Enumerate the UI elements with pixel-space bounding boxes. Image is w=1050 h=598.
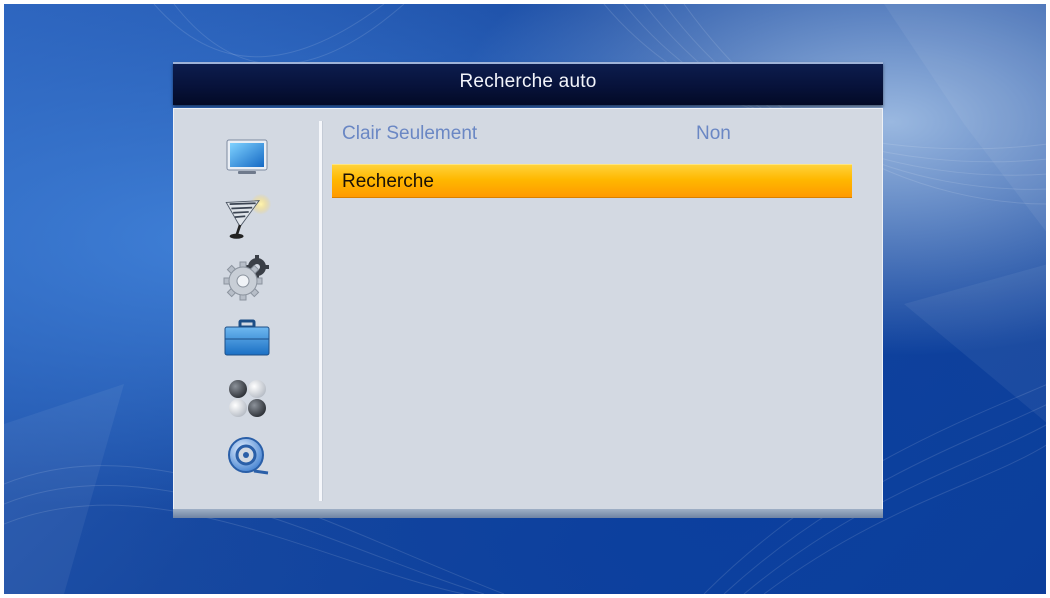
dots-icon[interactable]	[221, 375, 273, 421]
menu-panel: Clair Seulement Non Recherche	[173, 108, 883, 518]
auto-search-window: Recherche auto Clair Seulement Non Reche…	[173, 62, 883, 518]
tv-icon[interactable]	[221, 135, 273, 181]
menu-item-label: Recherche	[342, 171, 434, 192]
sidebar-divider	[319, 121, 323, 501]
settings-gear-icon[interactable]	[221, 255, 273, 301]
menu-list: Clair Seulement Non Recherche	[332, 109, 872, 517]
toolbox-icon[interactable]	[221, 315, 273, 361]
sidebar	[174, 109, 317, 517]
title-bar: Recherche auto	[173, 62, 883, 105]
menu-item-label: Clair Seulement	[342, 123, 478, 144]
menu-item-value: Non	[696, 123, 731, 144]
menu-item-search[interactable]: Recherche	[332, 164, 852, 198]
menu-item-clear-only[interactable]: Clair Seulement Non	[332, 117, 852, 149]
media-disc-icon[interactable]	[221, 433, 273, 479]
panel-bottom-edge	[173, 509, 883, 518]
window-title: Recherche auto	[459, 71, 597, 92]
satellite-dish-icon[interactable]	[221, 193, 273, 241]
